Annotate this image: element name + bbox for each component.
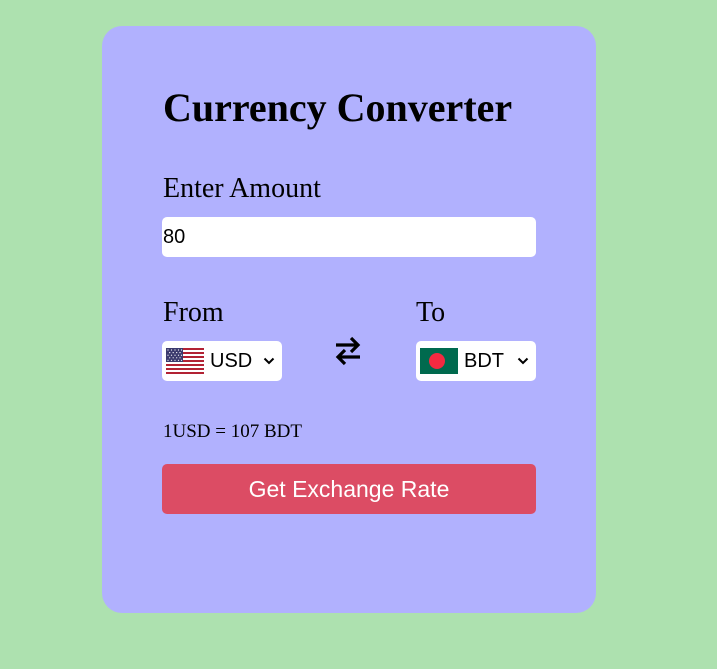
exchange-rate-text: 1USD = 107 BDT [163, 421, 302, 442]
chevron-down-icon [517, 357, 529, 365]
swap-arrows-icon[interactable] [333, 333, 363, 369]
to-currency-select[interactable]: BDT [416, 341, 536, 381]
chevron-down-icon [263, 357, 275, 365]
amount-label: Enter Amount [163, 173, 321, 204]
amount-input[interactable] [162, 217, 536, 257]
to-label: To [416, 297, 446, 328]
get-exchange-rate-button[interactable]: Get Exchange Rate [162, 464, 536, 514]
bd-flag-icon [420, 348, 458, 374]
from-currency-select[interactable]: USD [162, 341, 282, 381]
page-title: Currency Converter [163, 85, 513, 130]
from-label: From [163, 297, 224, 328]
from-currency-code: USD [210, 350, 253, 372]
to-currency-code: BDT [464, 350, 504, 372]
converter-card: Currency Converter Enter Amount From To … [102, 26, 596, 613]
us-flag-icon [166, 348, 204, 374]
